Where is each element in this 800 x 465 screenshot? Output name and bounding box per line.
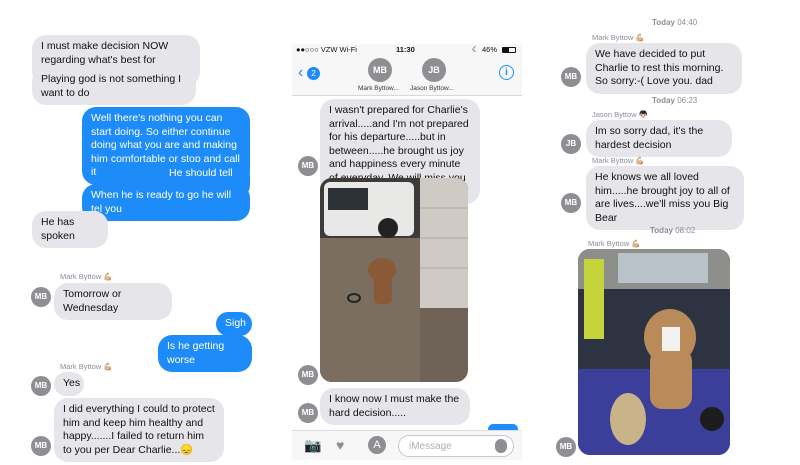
dog-garage-photo: [320, 178, 468, 382]
message-bubble[interactable]: I did everything I could to protect him …: [54, 398, 224, 462]
avatar[interactable]: MB: [298, 156, 318, 176]
info-icon[interactable]: i: [499, 65, 514, 80]
avatar[interactable]: MB: [368, 58, 392, 82]
sender-name: Mark Byttow 💪🏼: [588, 239, 641, 248]
right-conversation: Today 04:40 Mark Byttow 💪🏼 We have decid…: [548, 0, 800, 465]
microphone-icon[interactable]: [495, 439, 507, 453]
timestamp: Today 04:40: [652, 18, 698, 27]
avatar[interactable]: MB: [31, 287, 51, 307]
sender-name: Mark Byttow 💪🏼: [60, 272, 113, 281]
timestamp: Today 08:02: [650, 226, 696, 235]
phone-conversation: ●●○○○ VZW Wi-Fi 11:30 ☾ 46% ‹ 2 MB JB Ma…: [292, 0, 522, 465]
back-chevron-icon[interactable]: ‹: [298, 64, 303, 82]
unread-badge[interactable]: 2: [307, 67, 320, 80]
digital-touch-icon[interactable]: ♥: [336, 437, 344, 453]
message-bubble[interactable]: Yes: [54, 372, 84, 396]
battery-percent: 46%: [482, 45, 498, 54]
message-bubble[interactable]: When he is ready to go he will tel you: [82, 184, 250, 221]
message-bubble[interactable]: He knows we all loved him.....he brought…: [586, 166, 744, 230]
photo-message[interactable]: [578, 249, 730, 455]
message-input[interactable]: iMessage: [398, 435, 514, 457]
timestamp: Today 06:23: [652, 96, 698, 105]
contact-name[interactable]: Jason Byttow...: [410, 85, 454, 92]
sender-name: Mark Byttow 💪🏼: [592, 33, 645, 42]
camera-icon[interactable]: 📷: [304, 437, 321, 454]
avatar[interactable]: MB: [31, 376, 51, 396]
dog-in-car-photo: [578, 249, 730, 455]
photo-message[interactable]: [320, 178, 468, 382]
clock: 11:30: [396, 45, 415, 54]
sender-name: Jason Byttow 👦🏻: [592, 110, 649, 119]
message-bubble[interactable]: He has spoken: [32, 211, 108, 248]
message-composer: 📷 ♥ A iMessage: [292, 430, 522, 460]
do-not-disturb-icon: ☾: [472, 45, 479, 54]
avatar[interactable]: MB: [556, 437, 576, 457]
carrier-text: ●●○○○ VZW Wi-Fi: [296, 45, 357, 54]
message-bubble[interactable]: We have decided to put Charlie to rest t…: [586, 43, 742, 94]
contact-name[interactable]: Mark Byttow...: [358, 85, 399, 92]
avatar[interactable]: MB: [298, 365, 318, 385]
message-bubble[interactable]: Tomorrow or Wednesday: [54, 283, 172, 320]
message-bubble[interactable]: I know now I must make the hard decision…: [320, 388, 470, 425]
sender-name: Mark Byttow 💪🏼: [60, 362, 113, 371]
app-store-icon[interactable]: A: [368, 436, 386, 454]
avatar[interactable]: JB: [561, 134, 581, 154]
avatar[interactable]: JB: [422, 58, 446, 82]
message-bubble[interactable]: Sigh: [216, 312, 252, 336]
conversation-header: ‹ 2 MB JB Mark Byttow... Jason Byttow...…: [292, 56, 522, 96]
status-bar: ●●○○○ VZW Wi-Fi 11:30 ☾ 46%: [292, 44, 522, 56]
message-bubble[interactable]: Is he getting worse: [158, 335, 252, 372]
message-bubble[interactable]: Playing god is not something I want to d…: [32, 68, 196, 105]
avatar[interactable]: MB: [561, 193, 581, 213]
avatar[interactable]: MB: [561, 67, 581, 87]
message-input-placeholder: iMessage: [409, 441, 452, 452]
battery-icon: [502, 47, 516, 53]
message-bubble[interactable]: Im so sorry dad, it's the hardest decisi…: [586, 120, 732, 157]
left-conversation: I must make decision NOW regarding what'…: [0, 0, 280, 465]
avatar[interactable]: MB: [298, 403, 318, 423]
sender-name: Mark Byttow 💪🏼: [592, 156, 645, 165]
avatar[interactable]: MB: [31, 436, 51, 456]
